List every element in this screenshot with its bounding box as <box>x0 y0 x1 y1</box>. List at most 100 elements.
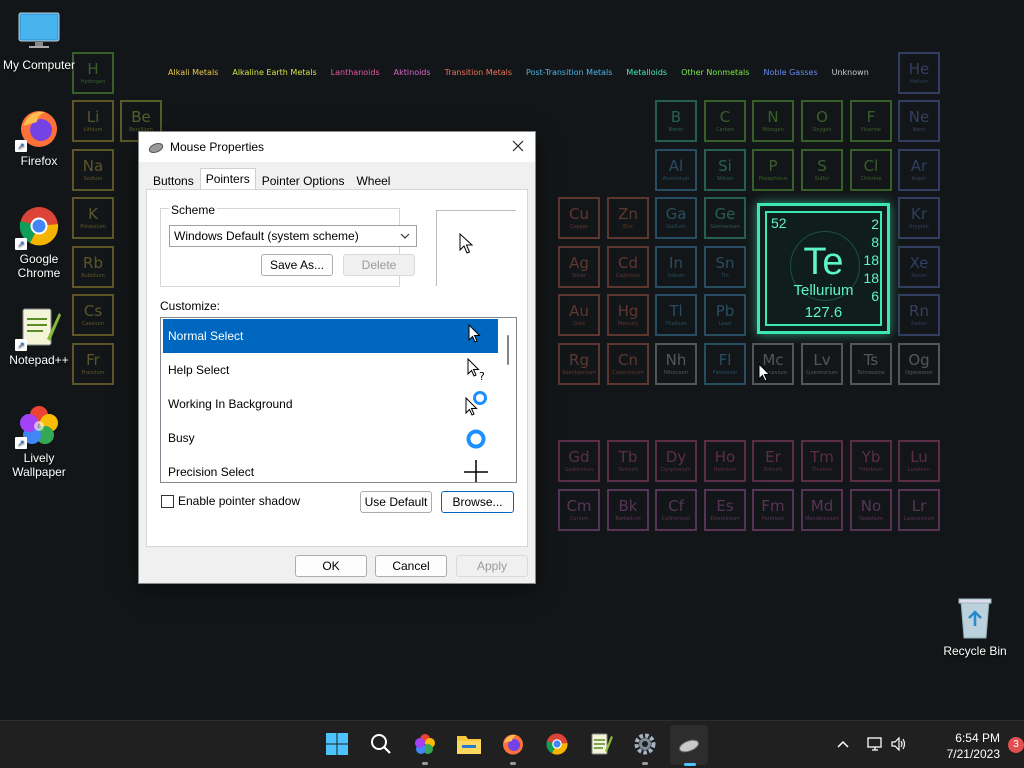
element-symbol: Ag <box>569 253 589 272</box>
element-symbol: Cl <box>863 156 879 175</box>
cursor-list-scrollbar[interactable] <box>498 318 516 482</box>
close-button[interactable] <box>501 132 535 160</box>
element-name: Gold <box>573 320 585 327</box>
desktop-icon-my-computer[interactable]: My Computer <box>1 10 77 72</box>
scheme-dropdown[interactable]: Windows Default (system scheme) <box>169 225 417 247</box>
element-tile-o: O Oxygen <box>801 100 843 142</box>
element-name: Carbon <box>715 126 734 133</box>
delete-button[interactable]: Delete <box>343 254 415 276</box>
element-symbol: Tb <box>618 447 638 466</box>
element-name: Silver <box>571 272 587 279</box>
element-symbol: Tl <box>669 301 683 320</box>
taskbar-mouse-properties[interactable] <box>670 725 708 766</box>
taskbar-lively-wallpaper[interactable] <box>410 729 440 765</box>
element-tile-he: He Helium <box>898 52 940 94</box>
element-tile-lr: Lr Lawrencium <box>898 489 940 531</box>
customize-label: Customize: <box>160 299 221 313</box>
save-as-button[interactable]: Save As... <box>261 254 333 276</box>
use-default-button[interactable]: Use Default <box>360 491 432 513</box>
element-name: Dysprosium <box>661 466 691 473</box>
volume-icon[interactable] <box>890 736 908 752</box>
element-symbol: Nh <box>665 350 687 369</box>
element-name: Terbium <box>618 466 638 473</box>
scrollbar-thumb[interactable] <box>507 335 509 365</box>
taskbar-notepadpp[interactable] <box>586 729 616 759</box>
enable-pointer-shadow[interactable]: Enable pointer shadow <box>161 494 300 508</box>
shortcut-arrow-icon: ↗ <box>15 238 27 250</box>
element-name: Silicon <box>716 175 734 182</box>
element-tile-lv: Lv Livermorium <box>801 343 843 385</box>
legend-other-nonmetals: Other Nonmetals <box>681 68 750 77</box>
running-indicator <box>642 762 648 765</box>
cursor-list[interactable]: Normal Select Help Select ? Working In B… <box>160 317 517 483</box>
element-symbol: C <box>719 107 731 126</box>
atomic-number: 52 <box>771 215 787 231</box>
element-name: Boron <box>668 126 684 133</box>
element-symbol: Fm <box>761 496 785 515</box>
desktop-icon-lively-wallpaper[interactable]: ↗ Lively Wallpaper <box>1 403 77 479</box>
element-name: Flerovium <box>712 369 738 376</box>
element-tile-ts: Ts Tennessine <box>850 343 892 385</box>
desktop-icon-google-chrome[interactable]: ↗ Google Chrome <box>1 204 77 280</box>
element-symbol: Cf <box>668 496 684 515</box>
pointer-shadow-checkbox[interactable] <box>161 494 174 508</box>
taskbar-file-explorer[interactable] <box>454 729 484 759</box>
element-symbol: Si <box>718 156 732 175</box>
cursor-row-precision-select[interactable]: Precision Select <box>163 455 498 482</box>
element-name: Helium <box>910 78 928 85</box>
taskbar-firefox[interactable] <box>498 729 528 765</box>
running-indicator <box>422 762 428 765</box>
cursor-row-normal-select[interactable]: Normal Select <box>163 319 498 353</box>
working-cursor-icon <box>465 391 487 416</box>
element-tile-na: Na Sodium <box>72 149 114 191</box>
tab-buttons[interactable]: Buttons <box>147 170 200 191</box>
desktop-icon-firefox[interactable]: ↗ Firefox <box>1 106 77 168</box>
element-tile-rg: Rg Roentgenium <box>558 343 600 385</box>
start-button[interactable] <box>322 729 352 759</box>
element-tile-fr: Fr Francium <box>72 343 114 385</box>
element-tile-fm: Fm Fermium <box>752 489 794 531</box>
tab-pointers[interactable]: Pointers <box>199 168 256 191</box>
lively-icon: ↗ <box>15 403 61 449</box>
element-name: Lithium <box>83 126 103 133</box>
element-tile-og: Og Oganesson <box>898 343 940 385</box>
cursor-row-help-select[interactable]: Help Select ? <box>163 353 498 387</box>
element-name: Erbium <box>764 466 782 473</box>
help-cursor-icon: ? <box>467 357 485 383</box>
desktop-icon-notepadpp[interactable]: ↗ Notepad++ <box>1 305 77 367</box>
element-name: Francium <box>81 369 105 376</box>
element-tile-bk: Bk Berkelium <box>607 489 649 531</box>
element-name: Ytterbium <box>858 466 884 473</box>
element-name: Oganesson <box>905 369 933 376</box>
cancel-button[interactable]: Cancel <box>375 555 447 577</box>
notification-badge[interactable]: 3 <box>1008 737 1024 753</box>
clock[interactable]: 6:54 PM 7/21/2023 <box>920 730 1000 762</box>
chevron-up-icon[interactable] <box>836 738 850 750</box>
taskbar-chrome[interactable] <box>542 729 572 759</box>
taskbar: 6:54 PM 7/21/2023 3 <box>0 720 1024 768</box>
desktop-icon-recycle-bin[interactable]: Recycle Bin <box>937 596 1013 658</box>
network-icon[interactable] <box>866 736 884 752</box>
element-tile-gd: Gd Gadolinium <box>558 440 600 482</box>
tab-wheel[interactable]: Wheel <box>350 170 396 191</box>
dialog-titlebar[interactable]: Mouse Properties <box>139 132 535 162</box>
taskbar-settings[interactable] <box>630 729 660 765</box>
element-tile-yb: Yb Ytterbium <box>850 440 892 482</box>
element-name: Holmium <box>713 466 737 473</box>
ok-button[interactable]: OK <box>295 555 367 577</box>
cursor-row-busy[interactable]: Busy <box>163 421 498 455</box>
element-tile-b: B Boron <box>655 100 697 142</box>
taskbar-search-button[interactable] <box>366 729 396 759</box>
browse-button[interactable]: Browse... <box>441 491 514 513</box>
element-name: Tellurium <box>793 282 854 299</box>
apply-button[interactable]: Apply <box>456 555 528 577</box>
firefox-icon <box>503 734 523 755</box>
element-name: Einsteinium <box>710 515 740 522</box>
settings-icon <box>634 733 656 755</box>
element-tile-ag: Ag Silver <box>558 246 600 288</box>
element-symbol: Gd <box>568 447 590 466</box>
cursor-row-working-in-background[interactable]: Working In Background <box>163 387 498 421</box>
element-symbol: Og <box>908 350 930 369</box>
element-name: Sulfur <box>814 175 830 182</box>
tab-pointer-options[interactable]: Pointer Options <box>256 170 351 191</box>
